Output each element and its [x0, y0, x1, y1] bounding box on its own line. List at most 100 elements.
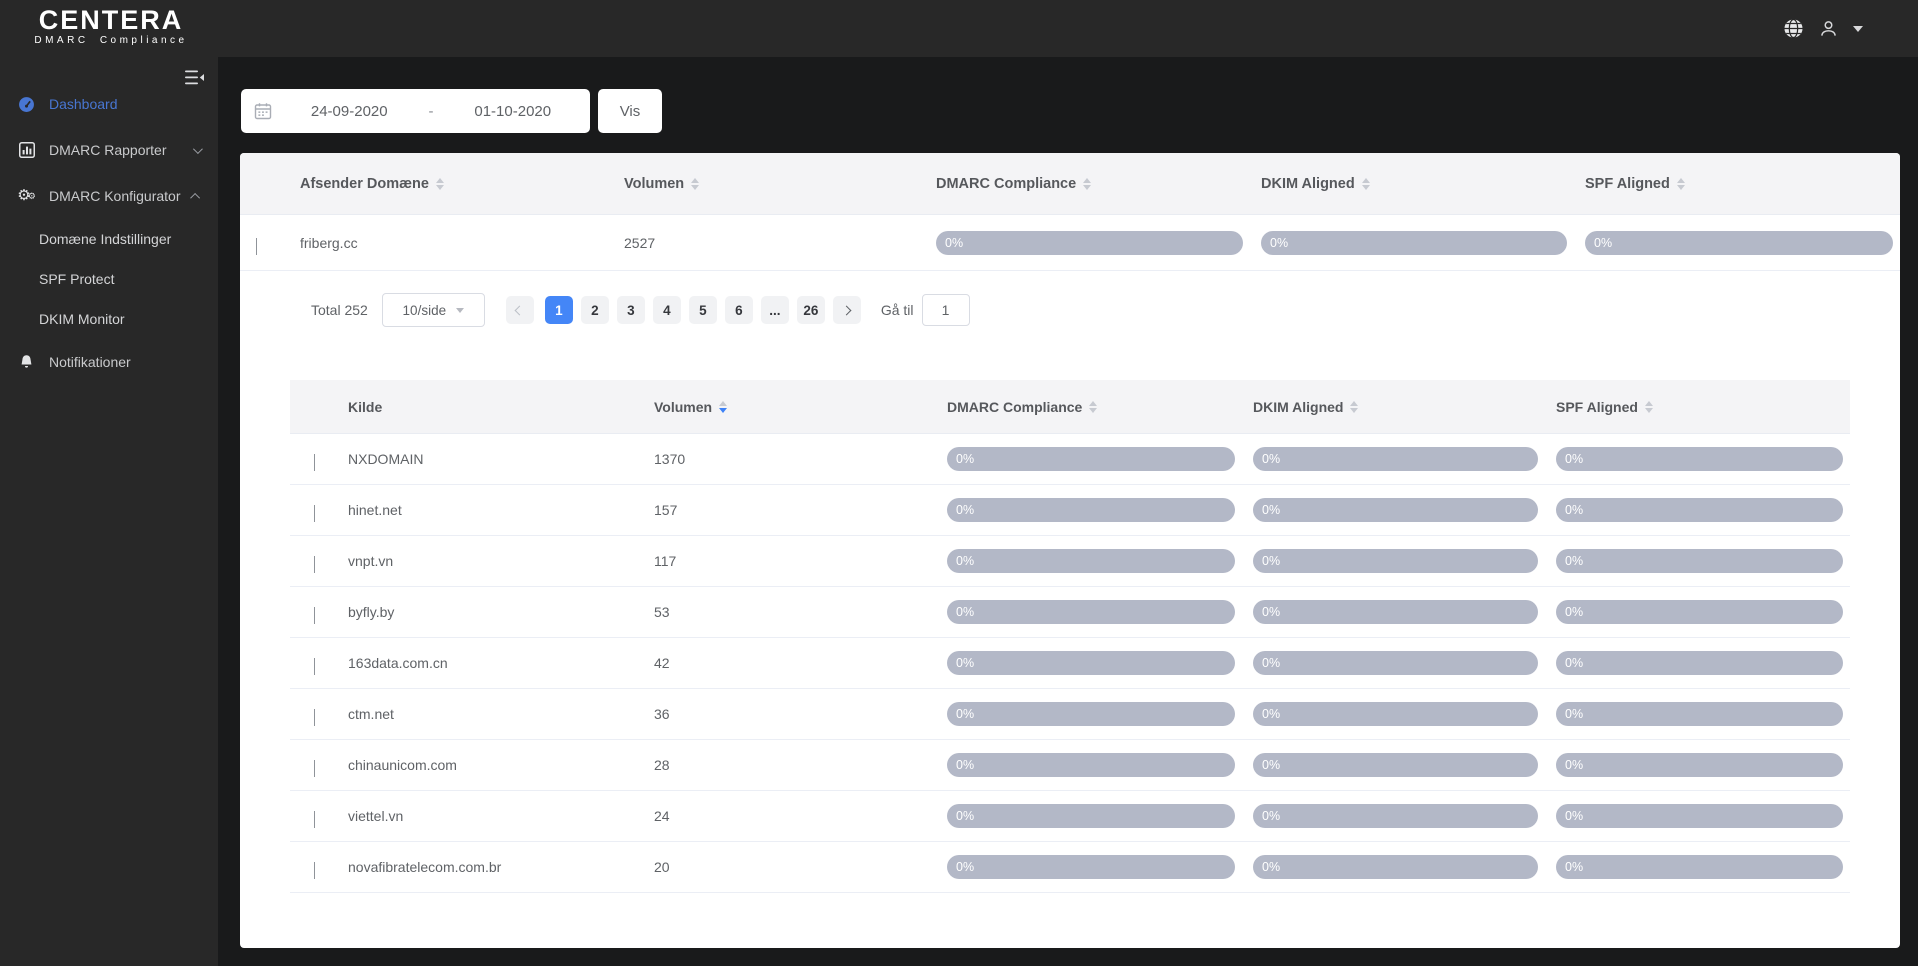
page-button[interactable]: 2: [581, 296, 609, 324]
dmarc-compliance-cell: 0%: [947, 702, 1253, 726]
expand-chevron-icon[interactable]: [256, 238, 257, 254]
dmarc-compliance-cell: 0%: [947, 804, 1253, 828]
bar-value-label: 0%: [1270, 236, 1288, 250]
column-header-volumen[interactable]: Volumen: [624, 176, 936, 192]
bar-value-label: 0%: [956, 554, 974, 568]
source-cell: NXDOMAIN: [290, 451, 654, 467]
column-label: Volumen: [624, 176, 684, 192]
column-header-dkim-aligned[interactable]: DKIM Aligned: [1261, 176, 1585, 192]
date-range-picker[interactable]: 24-09-2020 - 01-10-2020: [241, 89, 590, 133]
sidebar-subitem-spf-protect[interactable]: SPF Protect: [0, 259, 218, 299]
sources-table: Kilde Volumen DMARC Compliance DKIM Alig…: [290, 380, 1850, 893]
goto-page-input[interactable]: [922, 294, 970, 326]
dmarc-compliance-bar: 0%: [947, 753, 1235, 777]
next-page-button[interactable]: [833, 296, 861, 324]
expand-chevron-icon[interactable]: [314, 811, 315, 827]
sort-carets-icon[interactable]: [1089, 401, 1097, 413]
source-table-row[interactable]: chinaunicom.com 28 0% 0% 0%: [290, 740, 1850, 791]
sort-carets-icon[interactable]: [436, 178, 444, 190]
source-table-row[interactable]: vnpt.vn 117 0% 0% 0%: [290, 536, 1850, 587]
user-menu-caret-icon[interactable]: [1853, 26, 1863, 32]
domain-cell: friberg.cc: [240, 235, 624, 251]
page-button[interactable]: ...: [761, 296, 789, 324]
sort-carets-icon[interactable]: [691, 178, 699, 190]
page-button[interactable]: 3: [617, 296, 645, 324]
page-size-value: 10/side: [403, 303, 447, 318]
language-globe-icon[interactable]: [1783, 18, 1804, 39]
source-table-row[interactable]: novafibratelecom.com.br 20 0% 0% 0%: [290, 842, 1850, 893]
column-header-dkim-aligned[interactable]: DKIM Aligned: [1253, 399, 1556, 415]
user-account-icon[interactable]: [1819, 19, 1838, 38]
page-button[interactable]: 6: [725, 296, 753, 324]
sort-carets-icon[interactable]: [1350, 401, 1358, 413]
column-header-dmarc-compliance[interactable]: DMARC Compliance: [947, 399, 1253, 415]
sidebar-item-dmarc-konfigurator[interactable]: ⚙⚙ DMARC Konfigurator: [0, 173, 218, 219]
spf-aligned-bar: 0%: [1556, 804, 1843, 828]
source-table-row[interactable]: ctm.net 36 0% 0% 0%: [290, 689, 1850, 740]
date-start-value[interactable]: 24-09-2020: [272, 103, 427, 120]
page-button[interactable]: 4: [653, 296, 681, 324]
chevron-down-icon: [193, 144, 203, 154]
column-header-afsender-domaene[interactable]: Afsender Domæne: [240, 176, 624, 192]
bar-value-label: 0%: [1565, 605, 1583, 619]
prev-page-button[interactable]: [506, 296, 534, 324]
expand-chevron-icon[interactable]: [314, 862, 315, 878]
sidebar: Dashboard DMARC Rapporter ⚙⚙ DMARC Konfi…: [0, 57, 218, 966]
source-table-row[interactable]: 163data.com.cn 42 0% 0% 0%: [290, 638, 1850, 689]
source-table-row[interactable]: viettel.vn 24 0% 0% 0%: [290, 791, 1850, 842]
source-cell: novafibratelecom.com.br: [290, 859, 654, 875]
dmarc-compliance-cell: 0%: [936, 231, 1261, 255]
sidebar-item-notifikationer[interactable]: Notifikationer: [0, 339, 218, 385]
bar-value-label: 0%: [956, 656, 974, 670]
source-table-row[interactable]: hinet.net 157 0% 0% 0%: [290, 485, 1850, 536]
expand-chevron-icon[interactable]: [314, 505, 315, 521]
column-header-spf-aligned[interactable]: SPF Aligned: [1556, 399, 1850, 415]
domains-table-header: Afsender Domæne Volumen DMARC Compliance…: [240, 153, 1900, 215]
sidebar-item-dmarc-rapporter[interactable]: DMARC Rapporter: [0, 127, 218, 173]
spf-aligned-bar: 0%: [1556, 549, 1843, 573]
domain-table-row[interactable]: friberg.cc 2527 0% 0% 0%: [240, 215, 1900, 271]
dkim-aligned-bar: 0%: [1253, 600, 1538, 624]
dashboard-card: Afsender Domæne Volumen DMARC Compliance…: [240, 153, 1900, 948]
column-header-volumen[interactable]: Volumen: [654, 399, 947, 415]
expand-chevron-icon[interactable]: [314, 556, 315, 572]
sort-carets-icon[interactable]: [1677, 178, 1685, 190]
date-end-value[interactable]: 01-10-2020: [436, 103, 591, 120]
expand-chevron-icon[interactable]: [314, 454, 315, 470]
sidebar-subitem-domaene-indstillinger[interactable]: Domæne Indstillinger: [0, 219, 218, 259]
expand-chevron-icon[interactable]: [314, 658, 315, 674]
source-table-row[interactable]: byfly.by 53 0% 0% 0%: [290, 587, 1850, 638]
sort-carets-icon[interactable]: [1362, 178, 1370, 190]
spf-aligned-cell: 0%: [1556, 549, 1850, 573]
dmarc-compliance-cell: 0%: [947, 498, 1253, 522]
expand-chevron-icon[interactable]: [314, 709, 315, 725]
column-header-spf-aligned[interactable]: SPF Aligned: [1585, 176, 1900, 192]
page-button[interactable]: 1: [545, 296, 573, 324]
page-size-select[interactable]: 10/side: [382, 293, 485, 327]
vis-button[interactable]: Vis: [598, 89, 662, 133]
domain-name: friberg.cc: [300, 235, 358, 251]
volume-cell: 28: [654, 757, 947, 773]
expand-chevron-icon[interactable]: [314, 607, 315, 623]
page-button[interactable]: 26: [797, 296, 825, 324]
sort-carets-icon[interactable]: [1645, 401, 1653, 413]
bar-value-label: 0%: [1262, 656, 1280, 670]
source-cell: chinaunicom.com: [290, 757, 654, 773]
spf-aligned-cell: 0%: [1556, 600, 1850, 624]
top-bar: CENTERA DMARC Compliance: [0, 0, 1918, 57]
dmarc-compliance-bar: 0%: [947, 702, 1235, 726]
expand-chevron-icon[interactable]: [314, 760, 315, 776]
page-button[interactable]: 5: [689, 296, 717, 324]
sidebar-subitem-dkim-monitor[interactable]: DKIM Monitor: [0, 299, 218, 339]
sort-carets-icon[interactable]: [1083, 178, 1091, 190]
source-table-row[interactable]: NXDOMAIN 1370 0% 0% 0%: [290, 434, 1850, 485]
app-logo: CENTERA DMARC Compliance: [13, 6, 209, 46]
source-name: viettel.vn: [348, 808, 403, 824]
chevron-up-icon: [190, 192, 200, 202]
sort-carets-icon-active-desc[interactable]: [719, 401, 727, 413]
chevron-right-icon: [842, 305, 852, 315]
domains-table-body: friberg.cc 2527 0% 0% 0%: [240, 215, 1900, 271]
column-header-dmarc-compliance[interactable]: DMARC Compliance: [936, 176, 1261, 192]
volume-cell: 117: [654, 553, 947, 569]
sidebar-item-dashboard[interactable]: Dashboard: [0, 81, 218, 127]
